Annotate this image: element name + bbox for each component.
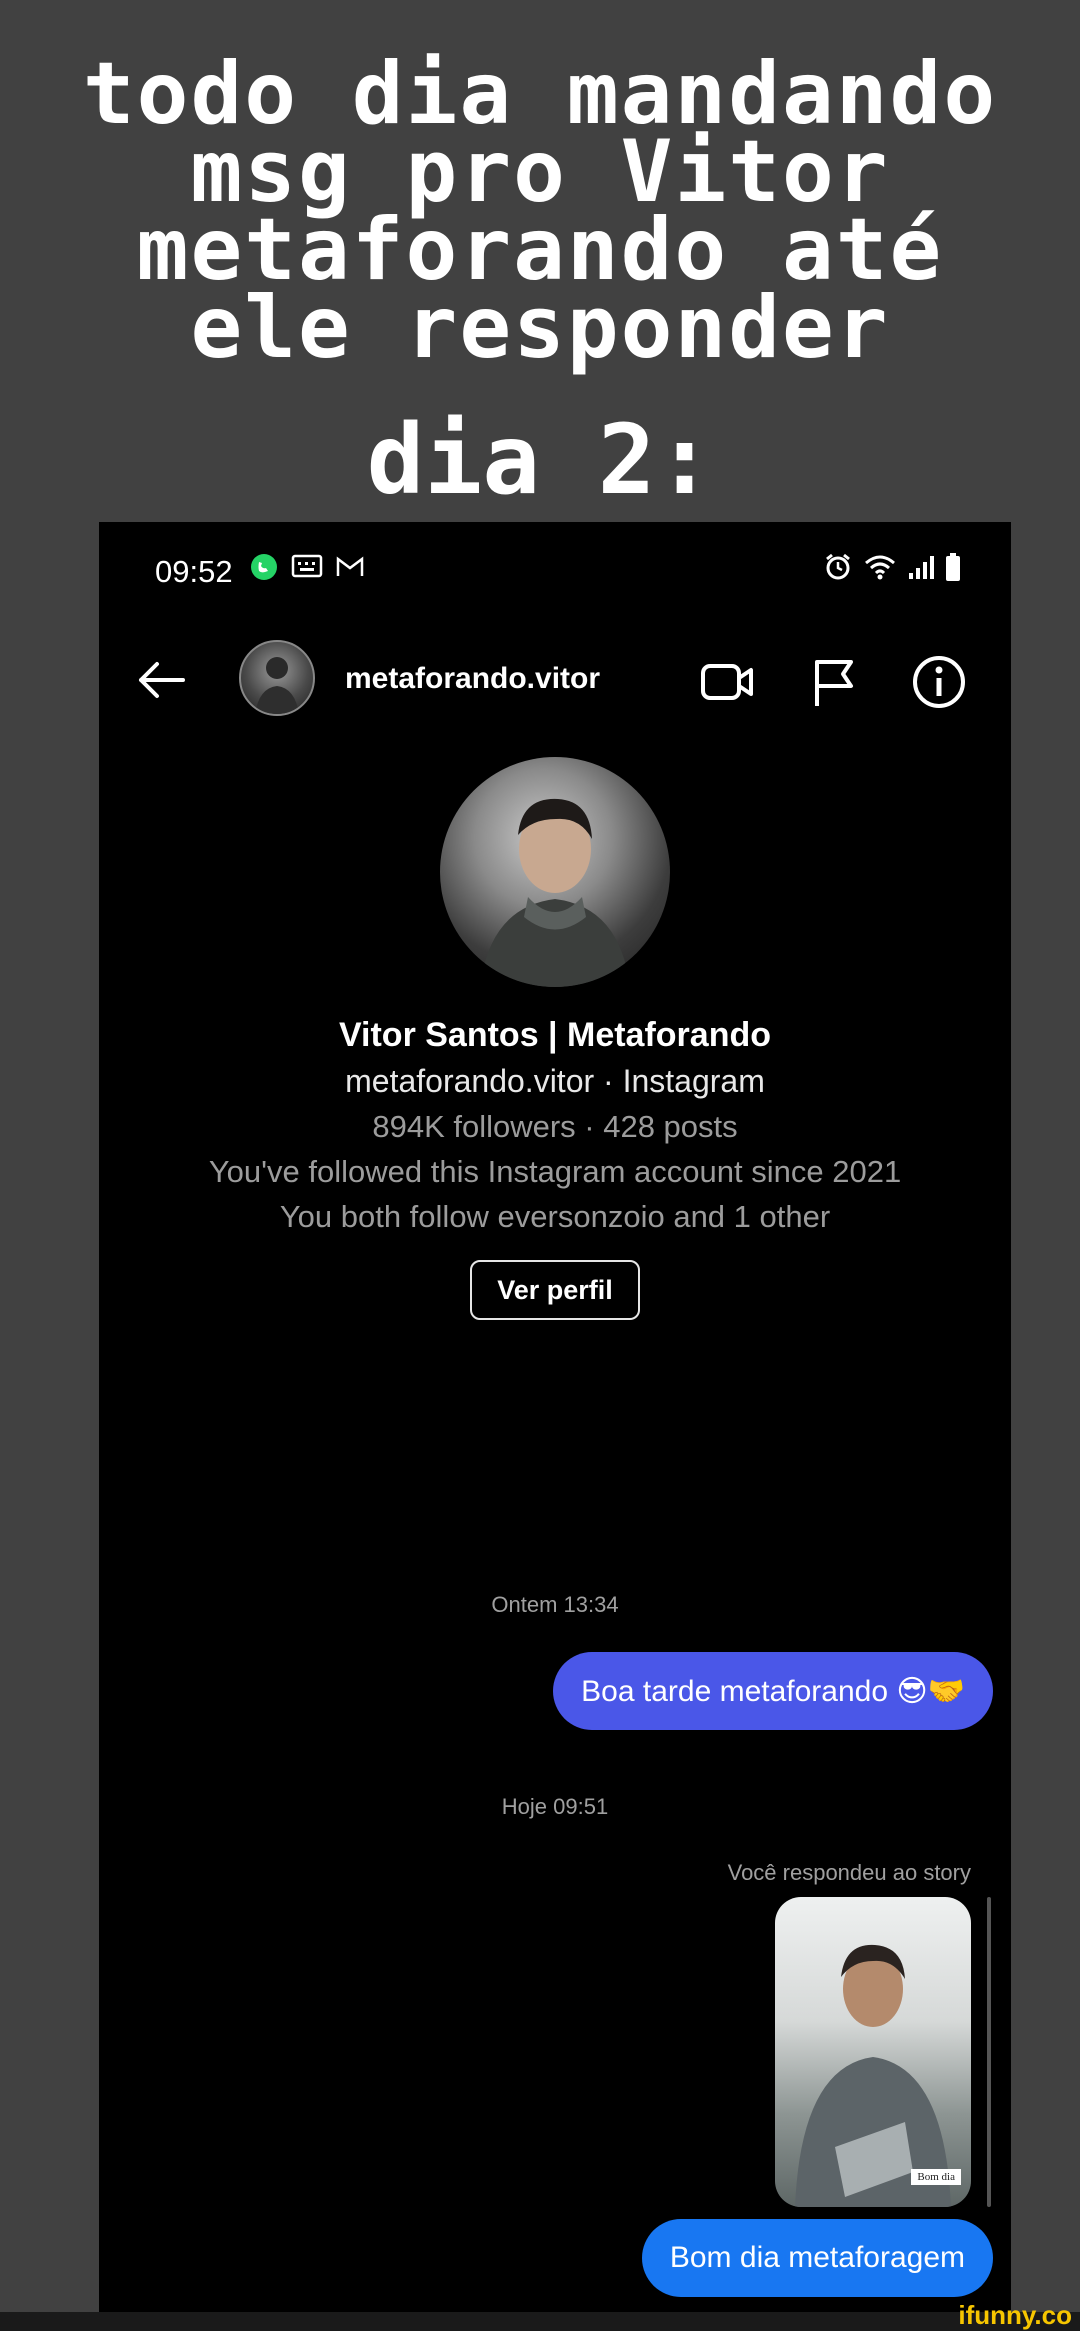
status-bar: 09:52 — [99, 522, 1011, 622]
sent-message-bubble[interactable]: Bom dia metaforagem — [641, 2219, 993, 2297]
chat-header: metaforando.vitor — [99, 622, 1011, 742]
story-thumbnail[interactable]: Bom dia — [775, 1897, 971, 2207]
wifi-icon — [865, 555, 895, 580]
view-profile-button[interactable]: Ver perfil — [470, 1260, 640, 1320]
profile-info: Vitor Santos | Metaforando metaforando.v… — [99, 1012, 1011, 1239]
status-icons-right — [823, 552, 961, 582]
status-time: 09:52 — [155, 554, 233, 589]
flag-icon[interactable] — [807, 654, 863, 710]
avatar-person-icon — [255, 657, 299, 714]
message-timestamp: Hoje 09:51 — [501, 1794, 609, 1819]
whatsapp-icon — [251, 554, 277, 580]
status-icons-left — [249, 552, 365, 582]
story-reply-bar — [987, 1897, 991, 2207]
info-icon[interactable] — [911, 654, 967, 710]
profile-followed-since: You've followed this Instagram account s… — [208, 1154, 902, 1189]
story-reply-label: Você respondeu ao story — [727, 1860, 971, 1885]
profile-picture[interactable] — [440, 757, 670, 987]
alarm-icon — [826, 553, 850, 580]
meme-subtitle: dia 2: — [366, 404, 714, 516]
message-timestamp: Ontem 13:34 — [491, 1592, 619, 1617]
profile-stats: 894K followers · 428 posts — [372, 1109, 738, 1144]
battery-icon — [946, 553, 960, 581]
ifunny-watermark: ifunny.co — [958, 2300, 1072, 2330]
signal-icon — [909, 556, 934, 579]
meme-title: todo dia mandando msg pro Vitor metafora… — [0, 51, 1080, 378]
avatar[interactable] — [239, 640, 315, 716]
profile-name: Vitor Santos | Metaforando — [338, 1016, 772, 1054]
meme-title-line: ele responder — [190, 278, 890, 378]
profile-handle: metaforando.vitor · Instagram — [345, 1063, 765, 1099]
keyboard-icon — [291, 554, 323, 578]
gmail-icon — [336, 556, 364, 576]
back-arrow-icon[interactable] — [133, 652, 189, 708]
chat-username[interactable]: metaforando.vitor — [345, 662, 600, 696]
phone-screenshot: 09:52 metaforando.vitor Vitor Santos | M… — [99, 522, 1011, 2312]
watermark-bar — [0, 2312, 1080, 2331]
story-person-icon — [795, 1944, 951, 2207]
profile-person-icon — [480, 798, 630, 987]
video-call-icon[interactable] — [699, 654, 755, 710]
story-caption: Bom dia — [911, 2169, 961, 2185]
sent-message-bubble[interactable]: Boa tarde metaforando 😎🤝 — [553, 1652, 993, 1730]
profile-mutuals: You both follow eversonzoio and 1 other — [279, 1199, 831, 1234]
